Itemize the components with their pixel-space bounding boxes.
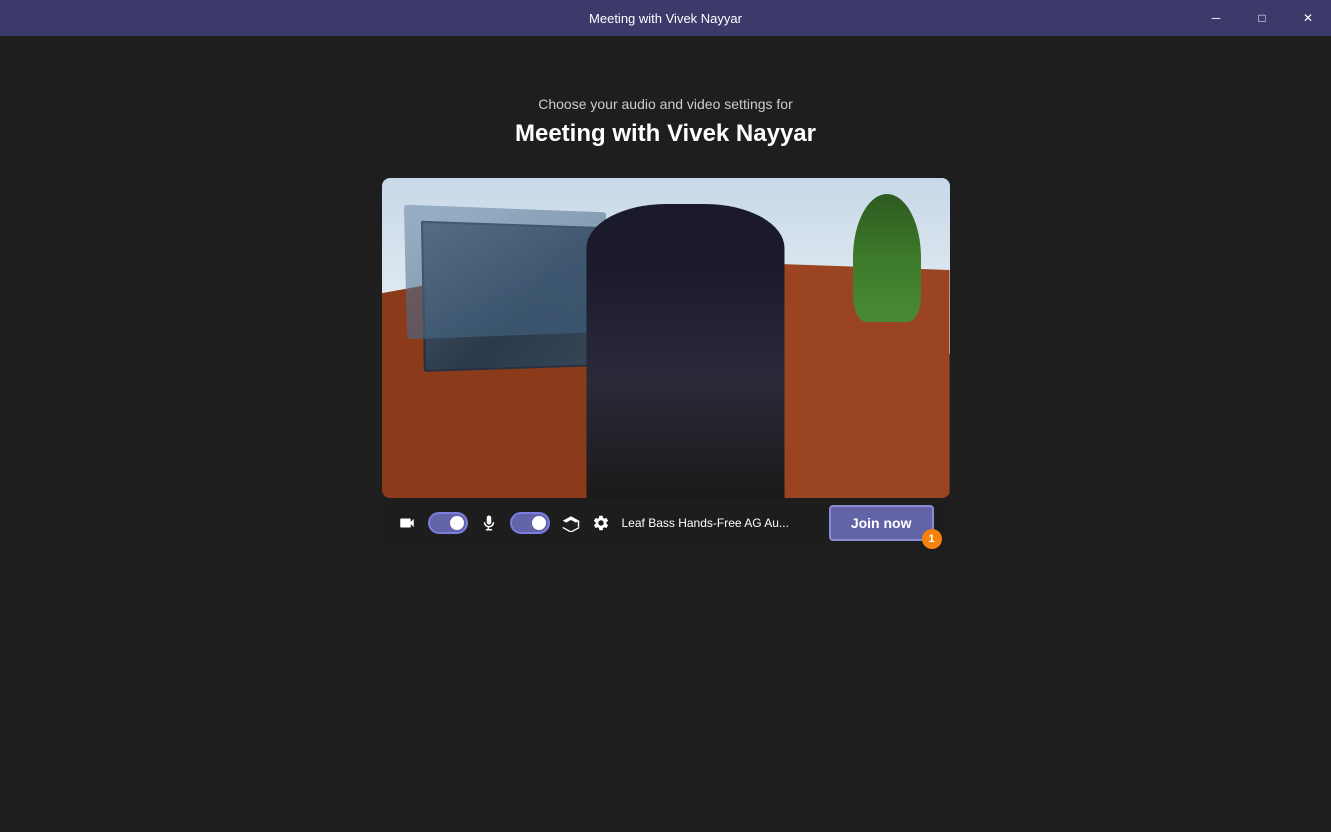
meeting-title: Meeting with Vivek Nayyar bbox=[515, 120, 816, 148]
camera-icon[interactable] bbox=[398, 514, 416, 532]
video-preview-container bbox=[382, 178, 950, 498]
settings-icon[interactable] bbox=[592, 514, 610, 532]
notification-badge: 1 bbox=[922, 529, 942, 549]
maximize-button[interactable]: □ bbox=[1239, 0, 1285, 36]
effects-icon[interactable] bbox=[562, 514, 580, 532]
title-bar-title: Meeting with Vivek Nayyar bbox=[589, 11, 742, 26]
person-figure bbox=[586, 204, 785, 498]
join-now-button[interactable]: Join now bbox=[829, 505, 934, 541]
audio-device-label: Leaf Bass Hands-Free AG Au... bbox=[622, 516, 817, 530]
audio-toggle[interactable] bbox=[510, 512, 550, 534]
video-toggle[interactable] bbox=[428, 512, 468, 534]
main-content: Choose your audio and video settings for… bbox=[0, 36, 1331, 548]
window-controls: ─ □ ✕ bbox=[1193, 0, 1331, 36]
join-button-wrapper: Join now 1 bbox=[829, 505, 934, 541]
title-bar: Meeting with Vivek Nayyar ─ □ ✕ bbox=[0, 0, 1331, 36]
glass-reflection bbox=[404, 205, 606, 340]
minimize-button[interactable]: ─ bbox=[1193, 0, 1239, 36]
close-button[interactable]: ✕ bbox=[1285, 0, 1331, 36]
controls-wrapper: Leaf Bass Hands-Free AG Au... Join now 1 bbox=[382, 178, 950, 548]
person-body bbox=[586, 204, 785, 498]
video-background bbox=[382, 178, 950, 498]
settings-subtitle: Choose your audio and video settings for bbox=[538, 96, 793, 112]
microphone-icon[interactable] bbox=[480, 514, 498, 532]
controls-bar: Leaf Bass Hands-Free AG Au... Join now 1 bbox=[382, 498, 950, 548]
tree-bg bbox=[853, 194, 921, 322]
